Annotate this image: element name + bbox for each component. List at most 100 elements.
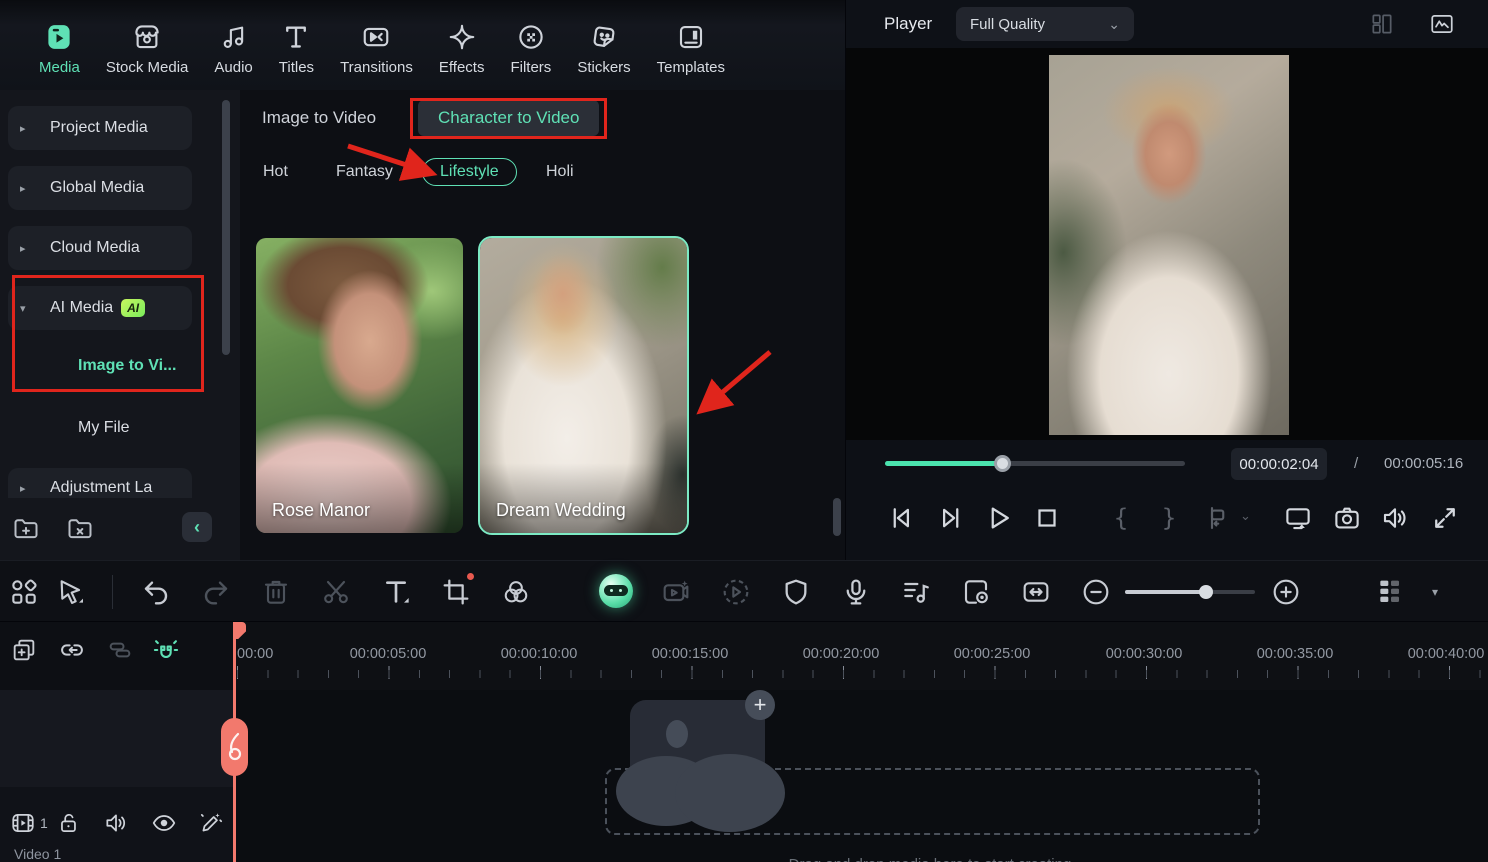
ai-copilot-icon[interactable] [599,574,633,608]
mark-out-button[interactable]: } [1154,503,1184,533]
snapping-icon[interactable] [152,636,180,664]
chevron-down-icon: ⌄ [1108,15,1120,32]
beat-detect-icon[interactable] [900,576,932,608]
zoom-thumb[interactable] [1199,585,1213,599]
mark-in-button[interactable]: { [1106,503,1136,533]
redo-icon[interactable] [200,576,232,608]
template-card-dream-wedding[interactable]: Dream Wedding [478,236,689,535]
visibility-icon[interactable] [151,810,177,836]
sidebar-scrollbar[interactable] [222,100,230,355]
marker-button[interactable] [1202,503,1232,533]
delete-icon[interactable] [260,576,292,608]
media-placeholder-icon [616,700,785,832]
nav-item-filters[interactable]: Filters [497,22,564,76]
voiceover-mic-icon[interactable] [840,576,872,608]
playhead-grip[interactable] [221,718,248,776]
sidebar-item-my-file[interactable]: My File [0,410,232,446]
render-preview-icon[interactable] [720,576,752,608]
collapse-panel-button[interactable]: ‹ [182,512,212,542]
preview-viewport[interactable] [846,48,1488,440]
zoom-in-icon[interactable] [1270,576,1302,608]
nav-label: Stock Media [105,59,189,76]
multi-view-grid-icon[interactable] [1369,11,1395,37]
nav-item-media[interactable]: Media [26,22,93,76]
sidebar-item-label: My File [78,419,130,436]
track-manager-icon[interactable] [1375,576,1407,608]
nav-item-stock-media[interactable]: Stock Media [93,22,202,76]
tab-character-to-video[interactable]: Character to Video [418,100,600,136]
sidebar-item-cloud-media[interactable]: ▸ Cloud Media [8,226,192,270]
volume-button[interactable] [1380,503,1410,533]
sidebar-item-ai-media[interactable]: ▾ AI Media AI [8,286,192,330]
fullscreen-button[interactable] [1430,503,1460,533]
crop-icon[interactable] [440,573,474,608]
media-icon [48,25,71,49]
audio-icon [223,26,243,48]
lock-icon[interactable] [56,810,82,836]
nav-item-stickers[interactable]: Stickers [564,22,643,76]
category-tab-fantasy[interactable]: Fantasy [336,163,393,181]
template-card-rose-manor[interactable]: Rose Manor [256,238,463,533]
previous-frame-button[interactable] [886,503,916,533]
screen-record-icon[interactable] [960,576,992,608]
mute-icon[interactable] [103,810,129,836]
stop-button[interactable] [1032,503,1062,533]
delete-folder-icon[interactable] [66,515,94,543]
auto-ripple-icon[interactable] [1020,576,1052,608]
group-clips-icon[interactable] [106,636,134,664]
undo-icon[interactable] [140,576,172,608]
scopes-icon[interactable] [1429,11,1455,37]
sidebar-item-global-media[interactable]: ▸ Global Media [8,166,192,210]
sidebar-item-label: AI Media [50,299,114,316]
next-frame-button[interactable] [936,503,966,533]
nav-item-templates[interactable]: Templates [644,22,738,76]
zoom-out-icon[interactable] [1080,576,1112,608]
drop-hint-text: Drag and drop media here to start creati… [630,856,1230,862]
touch-up-icon[interactable] [198,810,224,836]
text-tool-icon[interactable] [380,576,412,608]
apps-grid-icon[interactable] [8,576,40,608]
nav-item-effects[interactable]: Effects [426,22,498,76]
ruler-label: 00:00:40:00 [1407,646,1485,662]
sidebar-item-project-media[interactable]: ▸ Project Media [8,106,192,150]
seek-progress [885,461,1002,466]
select-cursor-icon[interactable] [55,576,87,608]
seek-thumb[interactable] [993,455,1011,472]
content-scrollbar[interactable] [833,498,841,536]
track-type-icon[interactable] [10,810,36,836]
ruler-label: 00:00:15:00 [651,646,729,662]
current-time-field[interactable]: 00:00:02:04 [1231,448,1327,480]
add-to-timeline-icon[interactable] [10,636,38,664]
edit-toolbar: ▾ [0,560,1488,622]
color-match-icon[interactable] [500,576,532,608]
quality-dropdown[interactable]: Full Quality ⌄ [956,7,1134,41]
timeline-zoom-slider[interactable] [1125,585,1255,599]
shield-icon[interactable] [780,576,812,608]
track-manager-caret-icon[interactable]: ▾ [1432,585,1438,599]
ruler-label: 00:00:05:00 [349,646,427,662]
mark-out-icon: } [1161,504,1177,532]
effects-icon [449,24,474,50]
time-separator: / [1354,455,1359,472]
tab-image-to-video[interactable]: Image to Video [262,108,376,128]
placeholder-hill [675,754,785,832]
zoom-fill [1125,590,1203,594]
ai-camera-icon[interactable] [660,576,692,608]
nav-item-titles[interactable]: Titles [266,22,327,76]
snapshot-button[interactable] [1332,503,1362,533]
marker-chevron-icon[interactable]: ⌄ [1240,508,1270,538]
link-clips-icon[interactable] [58,636,86,664]
mirror-display-button[interactable] [1283,503,1313,533]
new-folder-icon[interactable] [12,515,40,543]
nav-label: Titles [278,59,315,76]
category-tab-lifestyle[interactable]: Lifestyle [422,158,517,186]
nav-item-transitions[interactable]: Transitions [327,22,426,76]
seek-slider[interactable] [885,455,1185,472]
toolbar-divider [112,575,113,609]
cut-icon[interactable] [320,576,352,608]
sidebar-item-image-to-video[interactable]: Image to Vi... [0,348,232,384]
category-tab-holi[interactable]: Holi [546,163,574,181]
category-tab-hot[interactable]: Hot [263,163,288,181]
nav-item-audio[interactable]: Audio [201,22,265,76]
play-button[interactable] [984,503,1014,533]
